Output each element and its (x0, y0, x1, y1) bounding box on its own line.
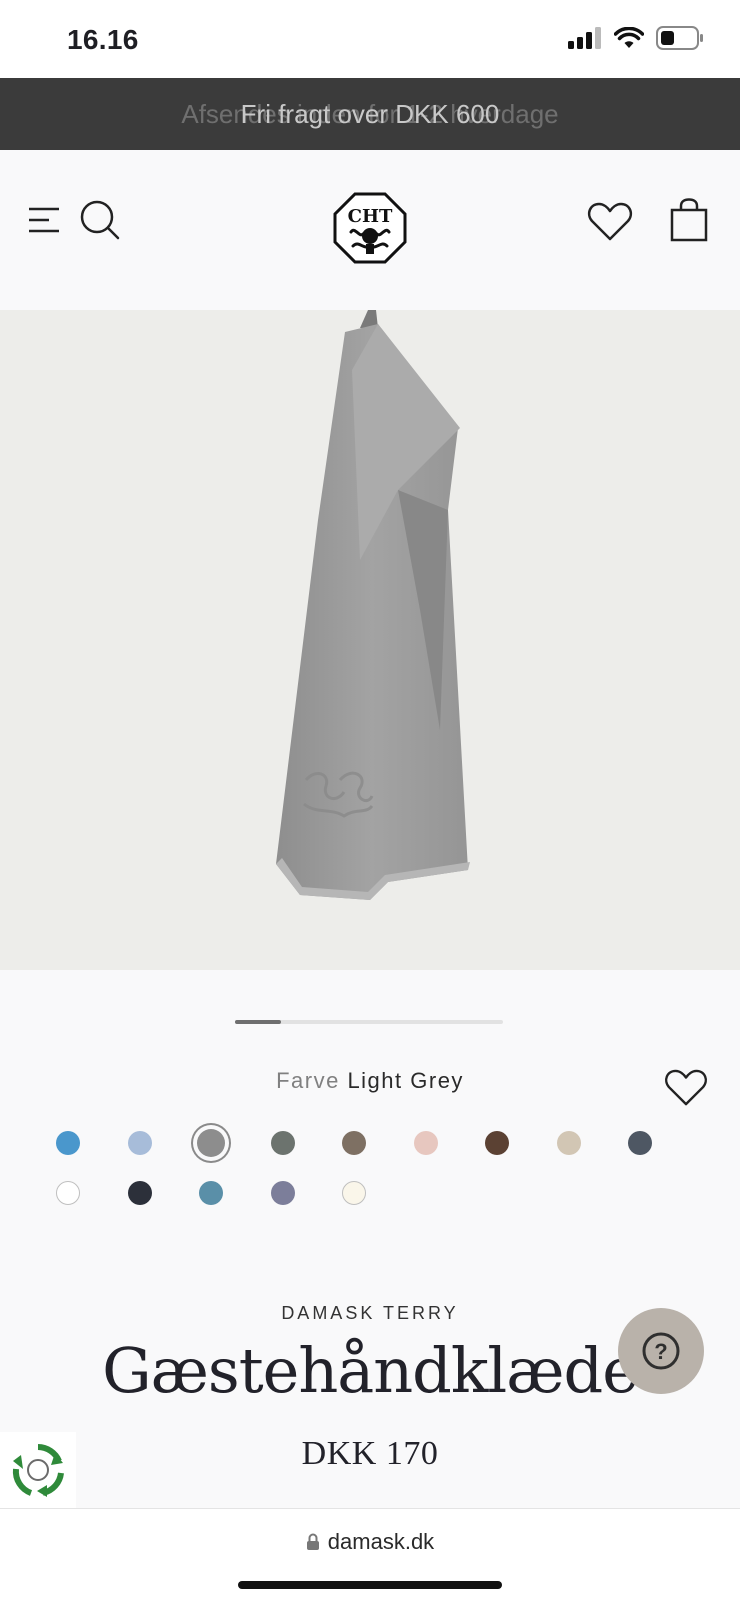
browser-bottom-bar: damask.dk (0, 1508, 740, 1600)
url-bar[interactable]: damask.dk (0, 1529, 740, 1555)
color-swatch[interactable] (485, 1131, 509, 1155)
color-swatch[interactable] (342, 1181, 366, 1205)
color-swatch[interactable] (127, 1131, 152, 1155)
question-icon: ? (642, 1332, 680, 1370)
color-swatch[interactable] (127, 1181, 152, 1205)
wifi-icon (614, 27, 644, 48)
home-indicator (238, 1581, 502, 1589)
menu-button[interactable] (24, 200, 64, 240)
hamburger-icon (29, 207, 59, 233)
product-price: DKK 170 (301, 1435, 439, 1472)
color-swatch[interactable] (270, 1181, 295, 1205)
product-wishlist-button[interactable] (662, 1066, 710, 1110)
color-swatch[interactable] (628, 1131, 652, 1155)
color-swatch[interactable] (342, 1131, 366, 1155)
shopping-bag-icon (670, 198, 708, 242)
heart-icon (587, 202, 633, 241)
announcement-text: Fri fragt over DKK 600 (240, 99, 500, 129)
color-swatch[interactable] (413, 1131, 438, 1155)
heart-icon (665, 1069, 707, 1106)
color-swatch[interactable] (199, 1181, 223, 1205)
lock-icon (306, 1533, 319, 1550)
status-bar: 16.16 (0, 0, 740, 78)
search-icon (80, 200, 120, 240)
color-swatch[interactable] (556, 1131, 581, 1155)
battery-icon (656, 26, 703, 50)
help-button-label: ? (654, 1339, 667, 1364)
eco-badge[interactable] (0, 1432, 76, 1508)
help-button[interactable]: ? (618, 1308, 704, 1394)
svg-text:CHT: CHT (348, 206, 393, 227)
gallery-progress (235, 1020, 503, 1024)
announcement-bar[interactable]: Afsendes inden for 1-2 hverdage Fri frag… (0, 78, 740, 150)
cart-button[interactable] (668, 196, 710, 244)
recycle-icon (12, 1444, 64, 1497)
color-swatch[interactable] (56, 1181, 80, 1205)
color-value: Light Grey (347, 1068, 464, 1093)
site-header: CHT (0, 150, 740, 310)
status-icons (568, 26, 704, 50)
url-text: damask.dk (327, 1529, 435, 1554)
color-selection-label: Farve Light Grey (0, 1068, 740, 1094)
color-label: Farve (276, 1068, 340, 1093)
gallery-progress-fill (235, 1020, 281, 1024)
status-time: 16.16 (67, 24, 139, 55)
product-image[interactable] (0, 310, 740, 970)
search-button[interactable] (76, 196, 124, 244)
logo-link[interactable]: CHT (332, 190, 408, 266)
color-swatch[interactable] (270, 1131, 295, 1155)
cellular-signal-icon (568, 27, 601, 49)
damask-logo-icon: CHT (333, 192, 407, 264)
wishlist-button[interactable] (586, 200, 634, 244)
color-swatch[interactable] (197, 1129, 225, 1157)
color-swatch[interactable] (56, 1131, 80, 1155)
towel-image (276, 310, 470, 900)
